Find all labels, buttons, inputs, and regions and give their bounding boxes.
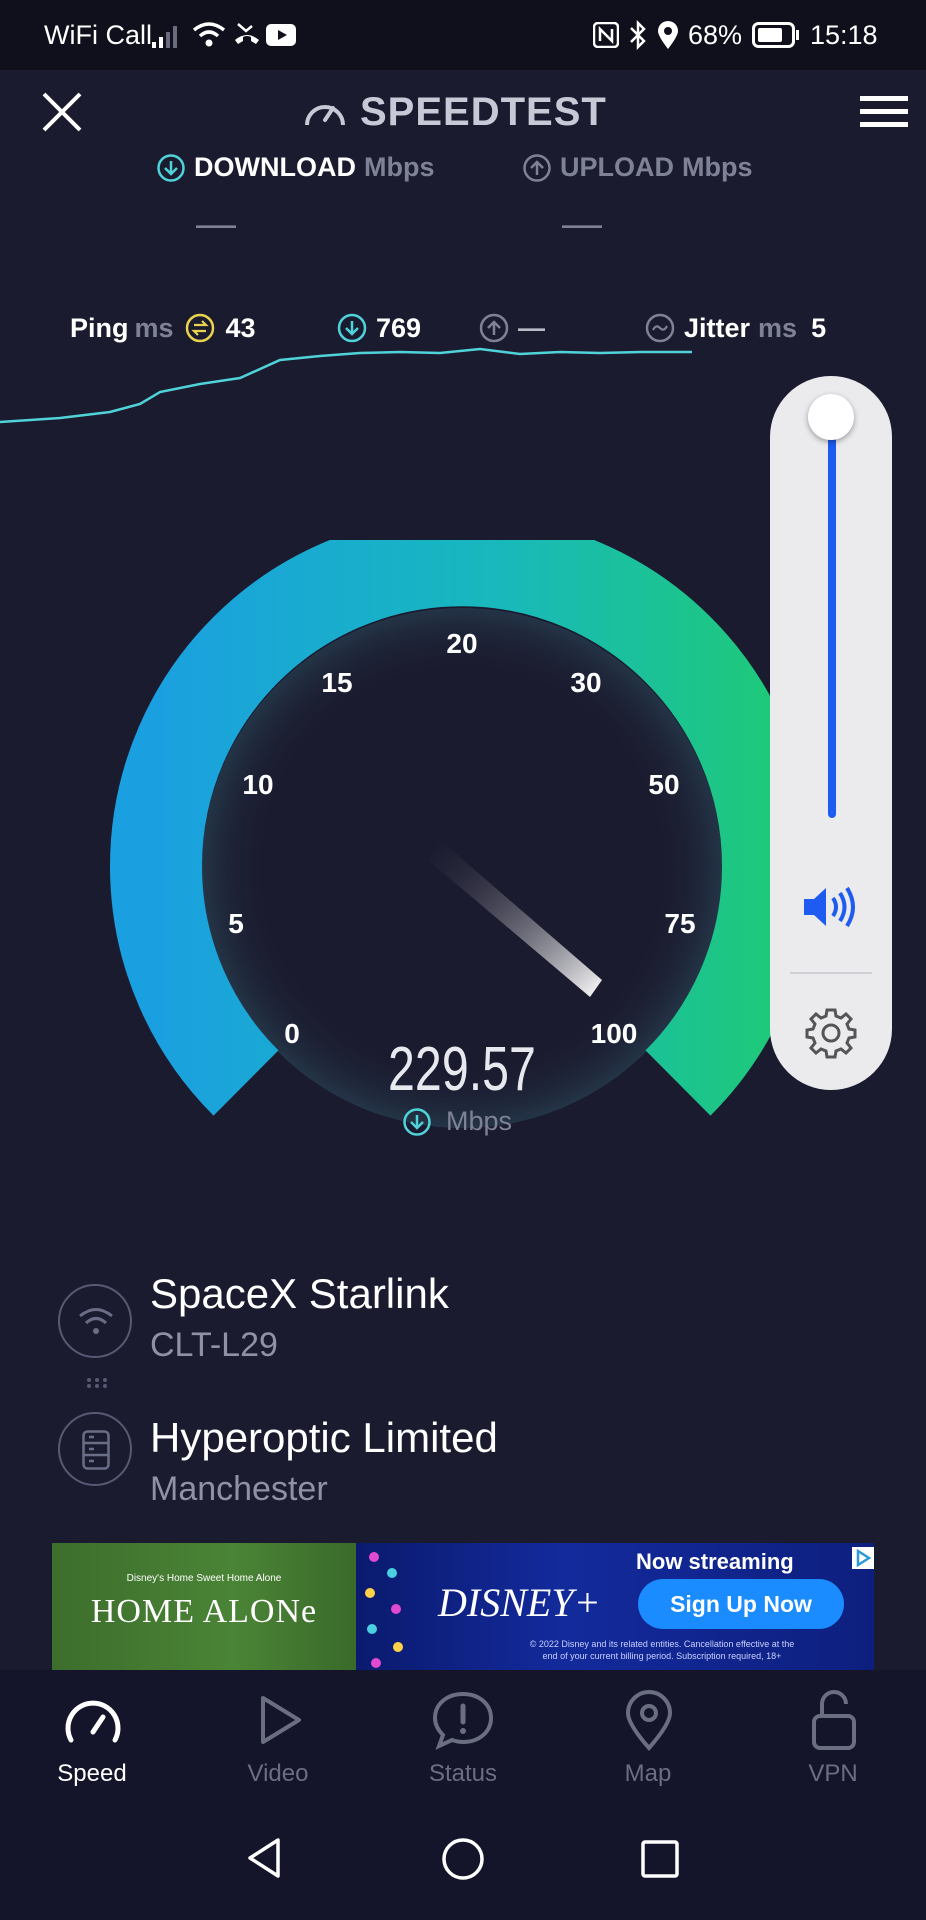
gauge-tick-5: 5 <box>228 908 244 939</box>
download-value: — <box>196 202 236 246</box>
gauge-tick-15: 15 <box>321 667 353 698</box>
upload-header: UPLOAD Mbps <box>522 152 753 183</box>
download-latency-value: 769 <box>376 312 422 343</box>
download-header: DOWNLOAD Mbps <box>156 152 434 183</box>
play-icon <box>261 1696 301 1744</box>
alert-icon <box>432 1691 494 1750</box>
ping-value: 43 <box>225 312 256 343</box>
ad-lights-decoration <box>365 1552 403 1668</box>
ad-signup-button[interactable]: Sign Up Now <box>638 1579 844 1629</box>
upload-unit: Mbps <box>682 152 753 182</box>
server-icon-circle <box>58 1412 132 1486</box>
app-title-text: SPEEDTEST <box>360 90 607 134</box>
gauge-tick-100: 100 <box>590 1018 638 1049</box>
bluetooth-icon <box>630 20 646 50</box>
wifi-provider-icon <box>79 1308 113 1334</box>
gauge-tick-20: 20 <box>446 628 478 659</box>
upload-value: — <box>562 202 602 246</box>
upload-label: UPLOAD <box>560 152 674 182</box>
ad-headline: Now streaming <box>636 1549 794 1574</box>
gauge-tick-0: 0 <box>284 1018 300 1049</box>
status-bar: WiFi Call 68% 15:18 <box>0 0 926 70</box>
server-name[interactable]: Hyperoptic Limited <box>150 1414 498 1462</box>
tab-vpn[interactable]: VPN <box>741 1670 926 1798</box>
download-icon <box>157 153 185 182</box>
tab-speed-label: Speed <box>57 1760 127 1787</box>
connection-dots <box>86 1376 107 1388</box>
server-icon <box>82 1430 110 1470</box>
ad-small-title: Disney's Home Sweet Home Alone <box>126 1573 282 1584</box>
volume-divider <box>790 972 872 974</box>
jitter-unit: ms <box>758 312 798 343</box>
lock-open-icon <box>812 1690 856 1750</box>
server-location: Manchester <box>150 1470 328 1508</box>
gauge-tick-75: 75 <box>664 908 696 939</box>
home-icon[interactable] <box>441 1837 485 1881</box>
volume-slider-track[interactable] <box>828 414 836 818</box>
close-icon[interactable] <box>40 90 84 134</box>
clock: 15:18 <box>810 20 878 50</box>
upload-latency-value: — <box>518 312 545 343</box>
ad-right-panel: DISNEY+ Now streaming Sign Up Now © 2022… <box>356 1543 874 1670</box>
signal-icon <box>152 26 177 48</box>
app-title: SPEEDTEST <box>302 90 607 135</box>
jitter-value: 5 <box>811 312 827 343</box>
ad-banner[interactable]: Disney's Home Sweet Home Alone HOME ALON… <box>52 1543 874 1670</box>
gauge-tick-10: 10 <box>242 769 274 800</box>
menu-icon[interactable] <box>860 94 908 130</box>
ping-label: Ping <box>70 312 129 343</box>
tab-status[interactable]: Status <box>371 1670 556 1798</box>
map-pin-icon <box>625 1690 673 1752</box>
speedtest-logo-icon <box>305 104 345 125</box>
speed-history-graph <box>0 347 692 424</box>
download-unit: Mbps <box>363 152 435 182</box>
volume-settings-icon[interactable] <box>804 1006 858 1060</box>
ad-fine-print-2: end of your current billing period. Subs… <box>542 1651 782 1661</box>
youtube-icon <box>266 24 296 46</box>
ad-brand: DISNEY+ <box>438 1580 601 1625</box>
reading-download-icon <box>403 1107 431 1136</box>
tab-status-label: Status <box>428 1760 498 1787</box>
jitter-label: Jitter <box>684 312 751 343</box>
upload-icon <box>523 153 551 182</box>
bottom-tab-bar: Speed Video Status Map VPN <box>0 1670 926 1798</box>
ad-movie-title: HOME ALONe <box>90 1593 318 1630</box>
ad-left-panel: Disney's Home Sweet Home Alone HOME ALON… <box>52 1543 356 1670</box>
tab-map-label: Map <box>624 1760 672 1787</box>
device-name: CLT-L29 <box>150 1326 278 1364</box>
gauge-tick-30: 30 <box>570 667 602 698</box>
ad-choices-icon[interactable] <box>852 1547 874 1569</box>
tab-speed[interactable]: Speed <box>0 1670 185 1798</box>
tab-video[interactable]: Video <box>185 1670 371 1798</box>
download-label: DOWNLOAD <box>194 152 356 182</box>
battery-percent: 68% <box>688 20 743 50</box>
carrier-label: WiFi Call <box>44 20 152 50</box>
ping-unit: ms <box>134 312 174 343</box>
provider-icon-circle <box>58 1284 132 1358</box>
system-nav-bar <box>0 1798 926 1920</box>
volume-panel <box>770 376 892 1090</box>
back-icon[interactable] <box>244 1836 284 1880</box>
tab-vpn-label: VPN <box>808 1760 858 1787</box>
provider-name[interactable]: SpaceX Starlink <box>150 1270 449 1318</box>
tab-video-label: Video <box>247 1760 309 1787</box>
volume-speaker-icon[interactable] <box>802 884 862 930</box>
gauge-tick-50: 50 <box>648 769 680 800</box>
reading-unit: Mbps <box>402 1106 512 1137</box>
nfc-icon <box>593 22 619 48</box>
wifi-icon <box>192 22 226 47</box>
volume-slider-thumb[interactable] <box>808 394 854 440</box>
tab-map[interactable]: Map <box>556 1670 741 1798</box>
battery-icon <box>752 22 799 48</box>
speed-reading: 229.57 <box>388 1035 536 1104</box>
missed-call-icon <box>235 23 259 44</box>
reading-unit-label: Mbps <box>446 1106 513 1136</box>
speedometer-icon <box>65 1700 121 1743</box>
recents-icon[interactable] <box>640 1839 680 1879</box>
location-icon <box>658 21 678 49</box>
ad-fine-print-1: © 2022 Disney and its related entities. … <box>529 1639 795 1649</box>
